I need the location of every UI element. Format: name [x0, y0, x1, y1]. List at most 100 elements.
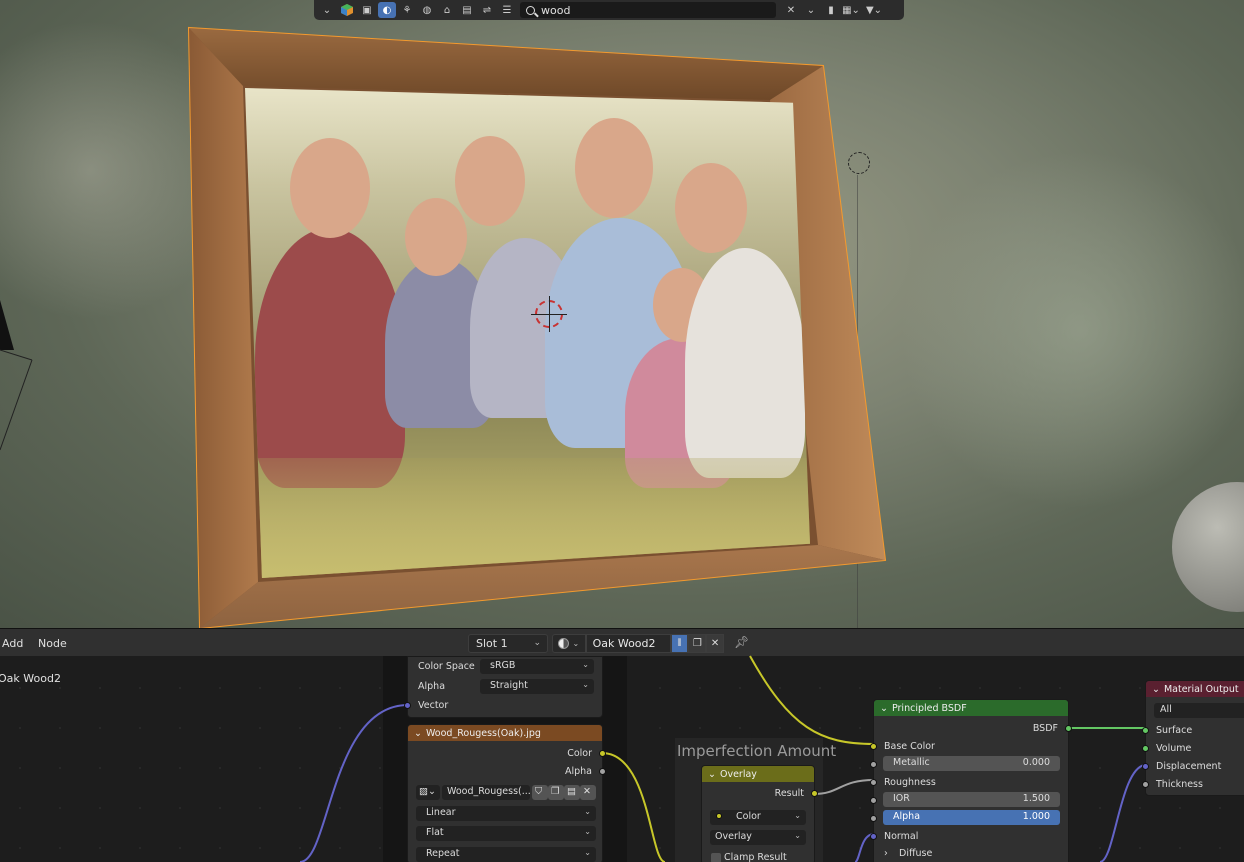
principled-bsdf-node[interactable]: ⌄ Principled BSDF BSDF Base Color Metall… — [870, 699, 1072, 862]
metallic-label: Metallic — [893, 757, 930, 768]
3d-cursor[interactable] — [531, 296, 567, 332]
extension-select[interactable]: Repeat ⌄ — [416, 847, 596, 862]
volume-socket[interactable] — [1142, 745, 1149, 752]
person-head — [675, 163, 747, 253]
target-select[interactable]: All — [1154, 703, 1244, 718]
alpha-value: 1.000 — [1022, 811, 1050, 822]
node-title: Wood_Rougess(Oak).jpg — [425, 727, 541, 739]
overlay-icon[interactable]: ⌂ — [438, 2, 456, 18]
base-color-socket[interactable] — [870, 743, 877, 750]
list-icon[interactable]: ☰ — [498, 2, 516, 18]
person-head — [455, 136, 525, 226]
xray-icon[interactable]: ▣ — [358, 2, 376, 18]
blend-mode-value: Overlay — [715, 831, 752, 842]
image-texture-node-top[interactable]: Color Space sRGB ⌄ Alpha Straight ⌄ Vect… — [404, 656, 603, 718]
color-output-socket[interactable] — [599, 750, 606, 757]
node-title: Principled BSDF — [891, 702, 967, 714]
person-figure — [255, 228, 405, 488]
displacement-label: Displacement — [1156, 761, 1222, 772]
result-label: Result — [774, 788, 804, 799]
fake-user-icon[interactable]: ⛉ — [532, 785, 548, 800]
close-icon[interactable]: ✕ — [782, 2, 800, 18]
chevron-down-icon: ⌄ — [794, 811, 801, 820]
chevron-down-icon[interactable]: ⌄ — [802, 2, 820, 18]
ior-field[interactable]: IOR 1.500 — [883, 792, 1060, 807]
image-texture-node[interactable]: ⌄ Wood_Rougess(Oak).jpg Color Alpha ▨⌄ W… — [407, 724, 606, 862]
node-header[interactable]: ⌄ Principled BSDF — [874, 700, 1068, 716]
collapse-icon[interactable]: ⌄ — [880, 703, 888, 714]
family-photo — [245, 88, 810, 578]
projection-select[interactable]: Flat ⌄ — [416, 826, 596, 841]
overlay-mix-node[interactable]: ⌄ Overlay Result Color ⌄ Overlay ⌄ Clamp… — [701, 765, 818, 862]
roughness-label: Roughness — [884, 777, 936, 788]
image-name: Wood_Rougess(... — [447, 786, 531, 797]
color-dot-icon — [716, 813, 722, 819]
alpha-mode-value: Straight — [490, 680, 528, 691]
object-types-icon[interactable] — [338, 2, 356, 18]
3d-viewport[interactable]: ⌄ ▣ ◐ ⚘ ◍ ⌂ ▤ ⇌ ☰ wood ✕ ⌄ ▮ ▦⌄ ▼⌄ — [0, 0, 1244, 628]
search-icon — [526, 5, 535, 15]
chevron-down-icon: ⌄ — [584, 848, 591, 857]
print-icon[interactable]: ▤ — [458, 2, 476, 18]
ior-socket[interactable] — [870, 797, 877, 804]
node-header[interactable]: ⌄ Wood_Rougess(Oak).jpg — [408, 725, 602, 741]
color-space-select[interactable]: sRGB ⌄ — [480, 659, 594, 674]
data-type-value: Color — [736, 811, 761, 822]
normal-socket[interactable] — [870, 833, 877, 840]
surface-socket[interactable] — [1142, 727, 1149, 734]
target-value: All — [1160, 704, 1172, 715]
thickness-socket[interactable] — [1142, 781, 1149, 788]
chevron-down-icon: ⌄ — [794, 831, 801, 840]
image-icon: ▨⌄ — [419, 786, 436, 797]
displacement-socket[interactable] — [1142, 763, 1149, 770]
bsdf-output-socket[interactable] — [1065, 725, 1072, 732]
vector-socket[interactable] — [404, 702, 411, 709]
filter-icon[interactable]: ▼⌄ — [862, 2, 886, 18]
chevron-down-icon: ⌄ — [582, 680, 589, 689]
open-image-icon[interactable]: ▤ — [564, 785, 580, 800]
collapse-icon[interactable]: ⌄ — [414, 728, 422, 739]
node-header[interactable]: ⌄ Material Output — [1146, 681, 1244, 697]
rendered-shading-icon[interactable]: ◍ — [418, 2, 436, 18]
data-type-select[interactable]: Color ⌄ — [710, 810, 806, 825]
image-name-field[interactable]: Wood_Rougess(... — [442, 785, 531, 800]
search-value: wood — [541, 3, 571, 17]
collapse-icon[interactable]: ⌄ — [1152, 684, 1160, 695]
metallic-value: 0.000 — [1022, 757, 1050, 768]
chevron-down-icon[interactable]: ⌄ — [318, 2, 336, 18]
chevron-down-icon: ⌄ — [584, 827, 591, 836]
person-head — [405, 198, 467, 276]
extension-value: Repeat — [426, 848, 460, 859]
metallic-socket[interactable] — [870, 761, 877, 768]
alpha-socket[interactable] — [870, 815, 877, 822]
alpha-field[interactable]: Alpha 1.000 — [883, 810, 1060, 825]
close-icon[interactable]: ✕ — [580, 785, 596, 800]
duplicate-icon[interactable]: ❐ — [548, 785, 564, 800]
solid-shading-icon[interactable]: ◐ — [378, 2, 396, 18]
material-preview-icon[interactable]: ⚘ — [398, 2, 416, 18]
result-socket[interactable] — [811, 790, 818, 797]
shader-node-editor[interactable]: Add Node Slot 1 ⌄ ⌄ Oak Wood2 ⫴ ❐ ✕ 📌︎ O… — [0, 628, 1244, 862]
person-figure — [685, 248, 805, 478]
roughness-socket[interactable] — [870, 779, 877, 786]
node-title: Overlay — [719, 768, 757, 780]
metallic-field[interactable]: Metallic 0.000 — [883, 756, 1060, 771]
material-output-node[interactable]: ⌄ Material Output All Surface Volume Dis… — [1142, 680, 1244, 796]
blend-mode-select[interactable]: Overlay ⌄ — [710, 830, 806, 845]
collapse-icon[interactable]: ⌄ — [708, 769, 716, 780]
search-input[interactable]: wood — [520, 2, 776, 18]
alpha-output-socket[interactable] — [599, 768, 606, 775]
person-head — [290, 138, 370, 238]
diffuse-panel-toggle[interactable]: › — [884, 848, 888, 859]
clamp-checkbox[interactable] — [711, 853, 721, 862]
interpolation-select[interactable]: Linear ⌄ — [416, 806, 596, 821]
gizmo-icon[interactable]: ⇌ — [478, 2, 496, 18]
bookmark-icon[interactable]: ▮ — [822, 2, 840, 18]
bsdf-output-label: BSDF — [1032, 723, 1058, 734]
outliner-icon[interactable]: ▦⌄ — [842, 2, 860, 18]
alpha-mode-select[interactable]: Straight ⌄ — [480, 679, 594, 694]
alpha-label: Alpha — [893, 811, 921, 822]
node-header[interactable]: ⌄ Overlay — [702, 766, 814, 782]
image-browse-button[interactable]: ▨⌄ — [416, 785, 440, 800]
normal-label: Normal — [884, 831, 919, 842]
